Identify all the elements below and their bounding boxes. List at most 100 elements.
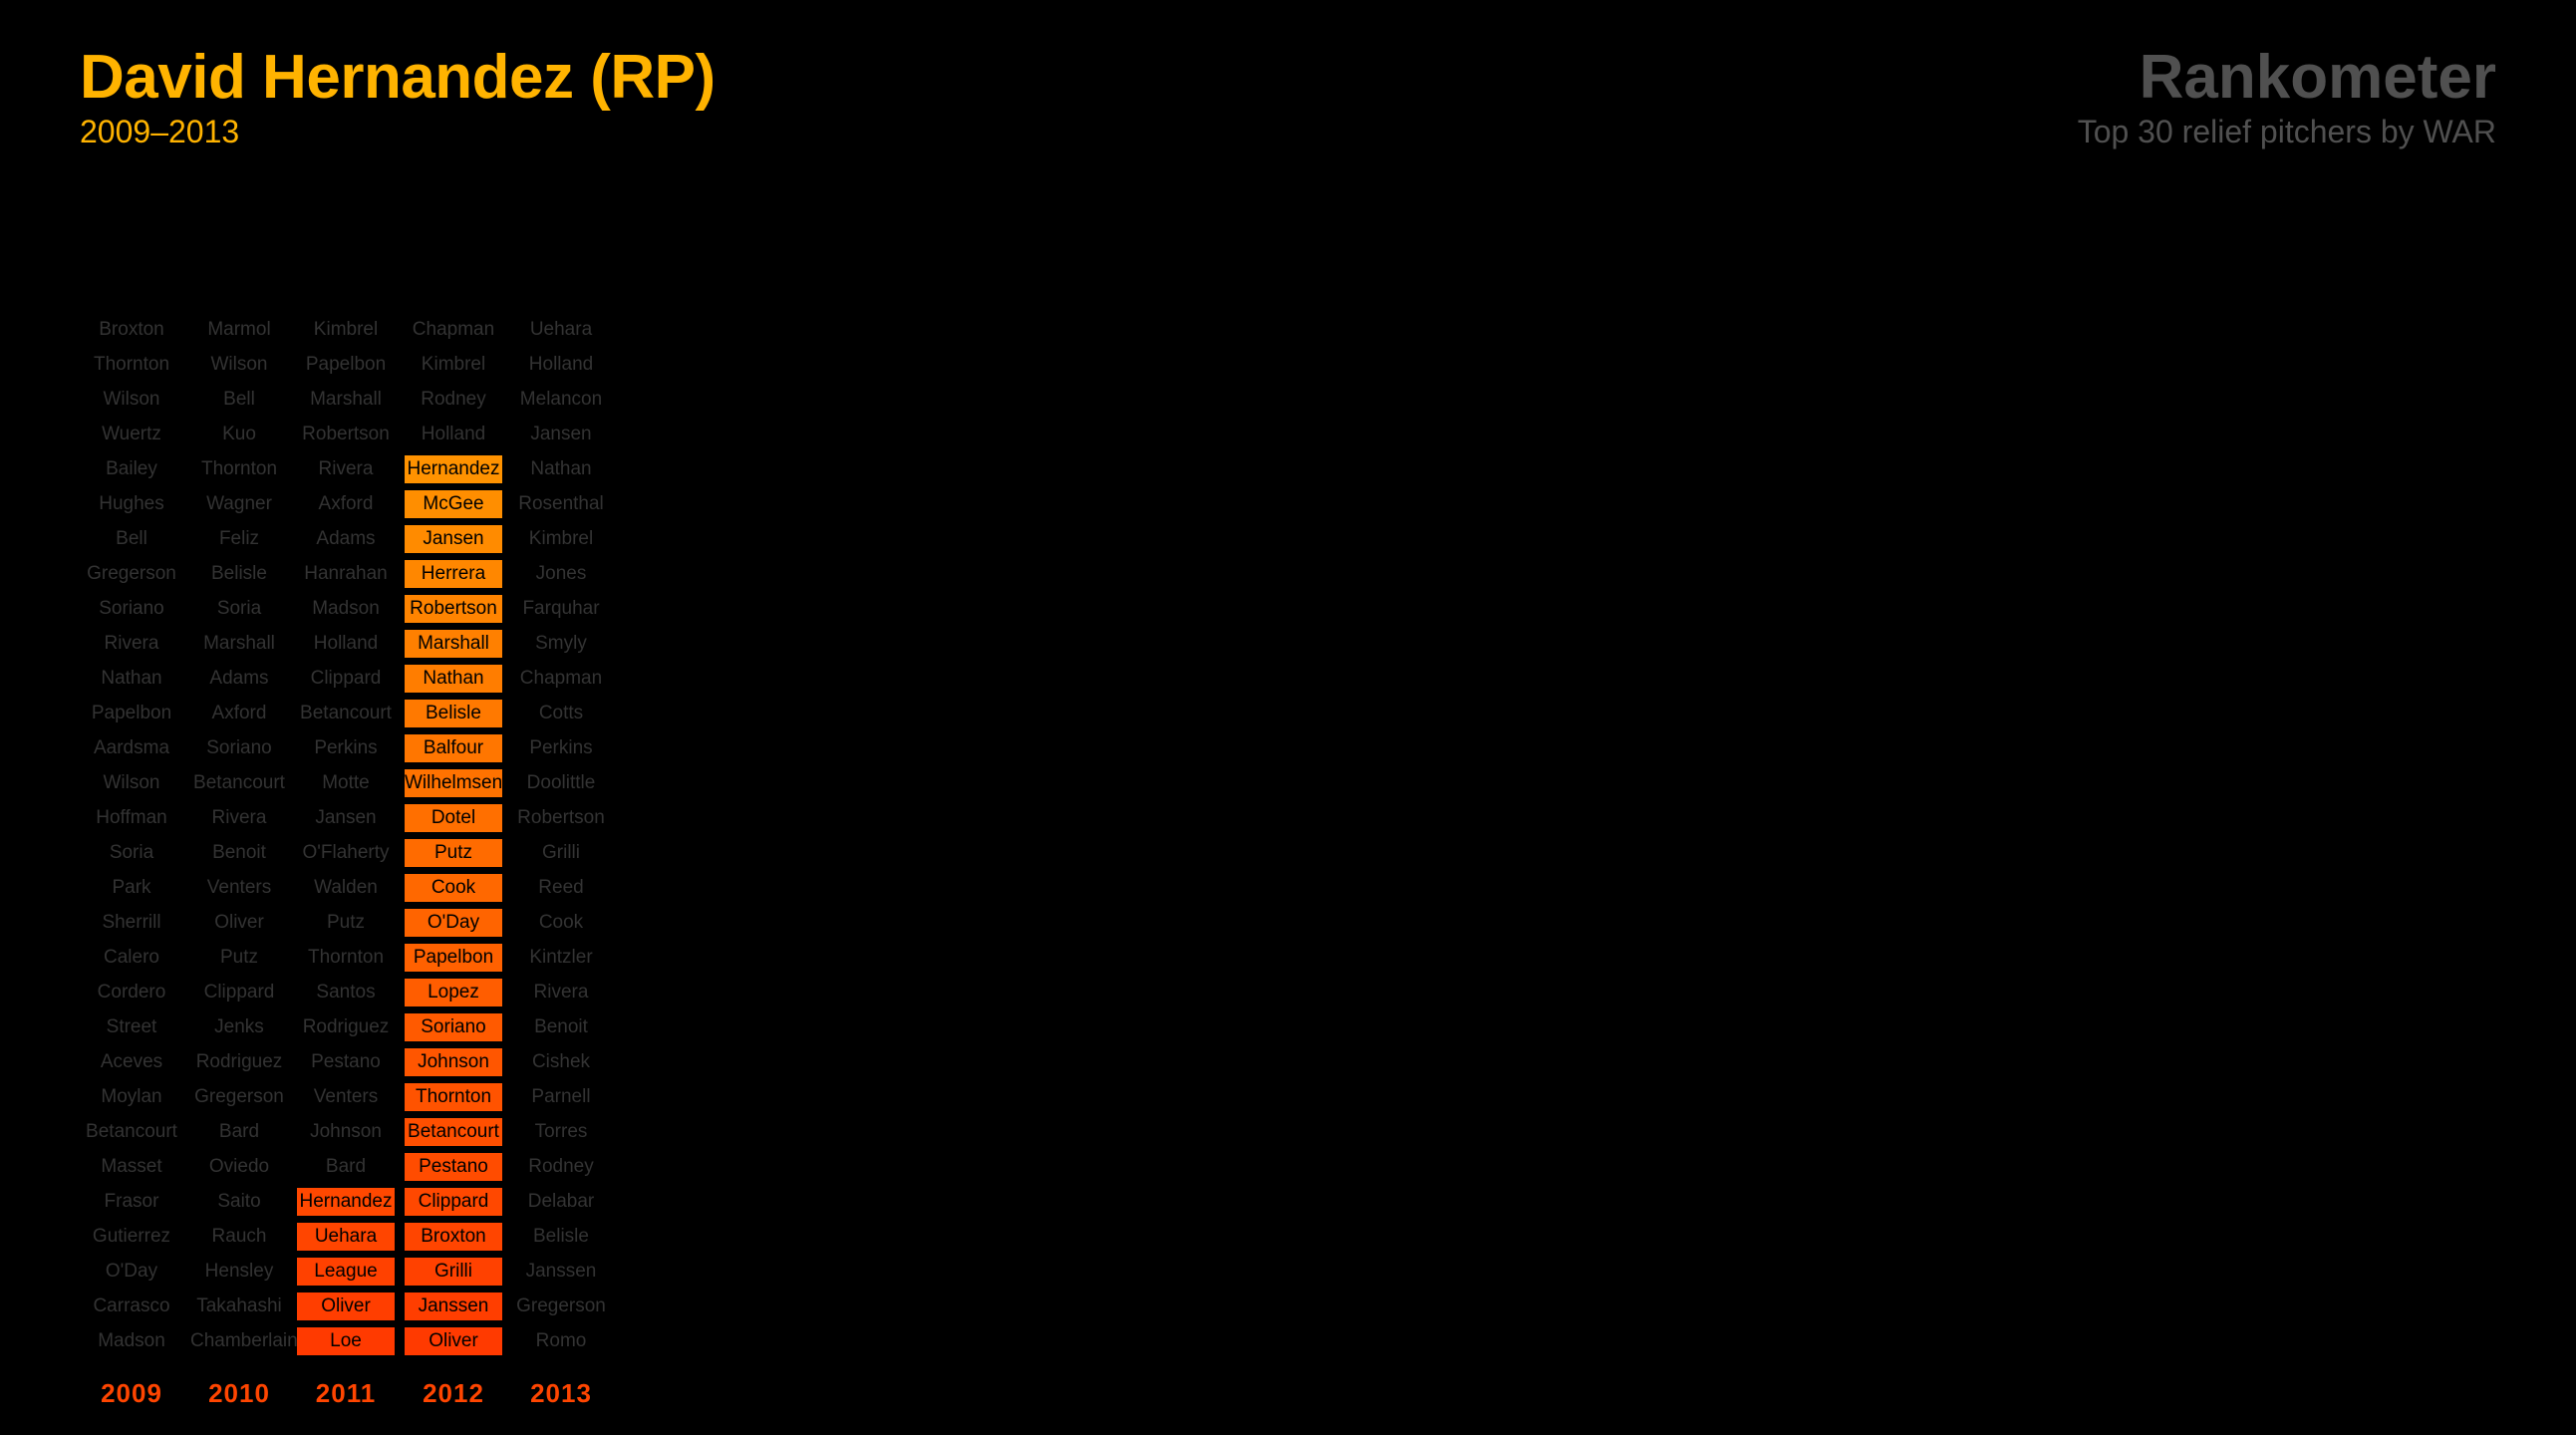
rank-cell: Rosenthal	[518, 493, 604, 514]
brand-title: Rankometer	[2139, 43, 2496, 112]
rank-cell: Adams	[316, 528, 376, 549]
highlighted-rank-cell: Oliver	[405, 1327, 502, 1355]
rank-cell: Clippard	[310, 668, 382, 689]
rank-cell: Kimbrel	[528, 528, 594, 549]
rank-cell: Betancourt	[300, 703, 392, 723]
rank-cell: Motte	[322, 772, 370, 793]
highlighted-rank-cell: League	[297, 1258, 395, 1286]
brand-tagline: Top 30 relief pitchers by WAR	[2077, 114, 2496, 149]
rank-cell: Street	[106, 1016, 157, 1037]
rank-cell: Rodriguez	[302, 1016, 390, 1037]
rank-cell: Cishek	[531, 1051, 591, 1072]
rank-cell: Robertson	[517, 807, 605, 828]
rank-cell: Cotts	[538, 703, 584, 723]
rank-cell: Rivera	[104, 633, 159, 654]
rank-cell: Holland	[313, 633, 379, 654]
rank-cell: Takahashi	[196, 1295, 282, 1316]
rank-cell: Chapman	[412, 319, 495, 340]
highlighted-rank-cell: Johnson	[405, 1048, 502, 1076]
highlighted-rank-cell: Belisle	[405, 700, 502, 727]
rank-cell: Holland	[421, 424, 486, 444]
rank-cell: Benoit	[534, 1016, 588, 1037]
rank-cell: Bard	[325, 1156, 367, 1177]
highlighted-rank-cell: Nathan	[405, 665, 502, 693]
rank-cell: Calero	[104, 947, 159, 968]
rank-cell: Putz	[219, 947, 259, 968]
highlighted-rank-cell: McGee	[405, 490, 502, 518]
rank-cell: Park	[112, 877, 151, 898]
rank-cell: Pestano	[311, 1051, 381, 1072]
rank-cell: Broxton	[99, 319, 164, 340]
rank-cell: Rivera	[318, 458, 374, 479]
rank-cell: Rodriguez	[195, 1051, 283, 1072]
rank-cell: Robertson	[302, 424, 390, 444]
rank-cell: Wagner	[206, 493, 272, 514]
rank-cell: Santos	[316, 982, 376, 1003]
rank-cell: Jenks	[214, 1016, 264, 1037]
highlighted-rank-cell: Herrera	[405, 560, 502, 588]
rank-cell: Cook	[538, 912, 584, 933]
rank-cell: Janssen	[525, 1261, 597, 1282]
rank-cell: Oviedo	[208, 1156, 270, 1177]
rank-cell: Belisle	[533, 1226, 589, 1247]
highlighted-rank-cell: Thornton	[405, 1083, 502, 1111]
rank-cell: Hoffman	[96, 807, 167, 828]
rank-cell: Perkins	[529, 737, 593, 758]
highlighted-rank-cell: Betancourt	[405, 1118, 502, 1146]
rank-cell: Axford	[211, 703, 267, 723]
rank-cell: Sherrill	[102, 912, 161, 933]
highlighted-rank-cell: Grilli	[405, 1258, 502, 1286]
rank-cell: Benoit	[212, 842, 266, 863]
rank-cell: Thornton	[307, 947, 385, 968]
rank-cell: Uehara	[529, 319, 593, 340]
rank-cell: Gregerson	[194, 1086, 284, 1107]
rank-cell: Masset	[101, 1156, 162, 1177]
rank-cell: Rodney	[528, 1156, 594, 1177]
page-title: David Hernandez (RP)	[80, 43, 716, 112]
highlighted-rank-cell: Hernandez	[405, 455, 502, 483]
rank-cell: Kimbrel	[313, 319, 379, 340]
rank-cell: Aceves	[100, 1051, 163, 1072]
highlighted-rank-cell: Clippard	[405, 1188, 502, 1216]
highlighted-rank-cell: Marshall	[405, 630, 502, 658]
year-label: 2009	[101, 1378, 162, 1408]
year-label: 2012	[423, 1378, 484, 1408]
rank-cell: Perkins	[314, 737, 378, 758]
highlighted-rank-cell: Putz	[405, 839, 502, 867]
rank-cell: Jones	[535, 563, 587, 584]
rank-cell: Thornton	[200, 458, 278, 479]
rank-cell: Thornton	[93, 354, 170, 375]
rank-cell: Madson	[98, 1330, 165, 1351]
highlighted-rank-cell: Cook	[405, 874, 502, 902]
date-range-subtitle: 2009–2013	[80, 114, 240, 149]
rank-cell: Doolittle	[526, 772, 596, 793]
rank-cell: Bell	[223, 389, 255, 410]
rank-cell: Chapman	[519, 668, 603, 689]
rank-cell: O'Day	[105, 1261, 158, 1282]
highlighted-rank-cell: Broxton	[405, 1223, 502, 1251]
year-label: 2010	[208, 1378, 270, 1408]
rank-cell: Wilson	[103, 772, 160, 793]
rank-cell: Putz	[326, 912, 366, 933]
rank-cell: Moylan	[101, 1086, 162, 1107]
rank-cell: Johnson	[310, 1121, 382, 1142]
rank-cell: Betancourt	[86, 1121, 177, 1142]
highlighted-rank-cell: Hernandez	[297, 1188, 395, 1216]
rank-cell: Torres	[534, 1121, 588, 1142]
rank-grid: Broxton Thornton Wilson Wuertz Bailey Hughes B…	[0, 0, 2576, 1435]
highlighted-rank-cell: Wilhelmsen	[405, 769, 502, 797]
rank-cell: Holland	[528, 354, 594, 375]
rank-cell: Clippard	[203, 982, 275, 1003]
rank-cell: Rivera	[211, 807, 267, 828]
rank-cell: Wuertz	[102, 424, 161, 444]
rank-cell: Adams	[209, 668, 269, 689]
rank-cell: Rodney	[421, 389, 486, 410]
rank-cell: Nathan	[530, 458, 592, 479]
rank-cell: Parnell	[531, 1086, 591, 1107]
rank-cell: Soriano	[99, 598, 164, 619]
rank-cell: Bailey	[106, 458, 157, 479]
rank-cell: Cordero	[97, 982, 166, 1003]
rank-cell: Aardsma	[93, 737, 170, 758]
rank-cell: Kintzler	[529, 947, 593, 968]
rank-cell: Romo	[535, 1330, 587, 1351]
